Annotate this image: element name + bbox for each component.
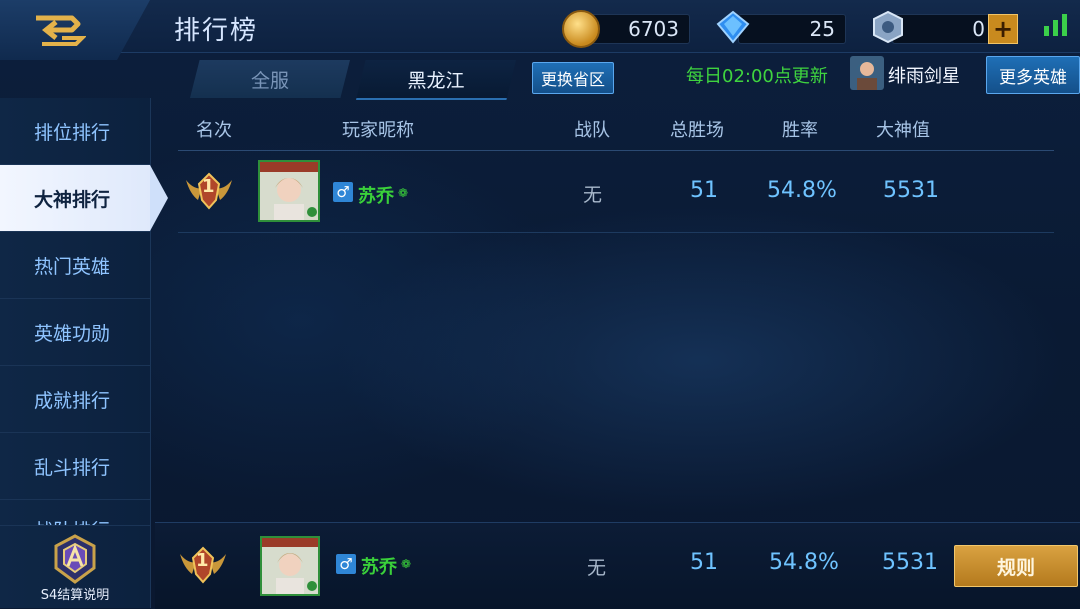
sidebar-item-brawl[interactable]: 乱斗排行 (0, 433, 150, 500)
column-master-score: 大神值 (876, 120, 930, 141)
tab-heilongjiang[interactable]: 黑龙江 (356, 60, 516, 100)
rank-number: 1 (202, 176, 215, 197)
score-value: 5531 (883, 178, 939, 203)
signal-strength-icon (1044, 12, 1067, 36)
self-male-gender-icon: ♂ (336, 554, 356, 574)
self-team-value: 无 (587, 557, 607, 579)
ticket-icon (872, 10, 906, 44)
season-label: S4结算说明 (40, 588, 110, 603)
sidebar-item-achievement[interactable]: 成就排行 (0, 366, 150, 433)
sidebar-item-master[interactable]: 大神排行 (0, 165, 168, 232)
gold-coin-icon (562, 10, 600, 48)
gold-value: 6703 (628, 17, 679, 41)
column-team: 战队 (574, 120, 610, 141)
row-divider (178, 232, 1054, 233)
ticket-value: 0 (972, 17, 985, 41)
hero-avatar[interactable] (850, 56, 884, 90)
self-avatar[interactable] (260, 536, 320, 596)
diamond-counter: 25 (738, 14, 846, 44)
column-total-wins: 总胜场 (670, 120, 724, 141)
sidebar-item-hot-heroes[interactable]: 热门英雄 (0, 232, 150, 299)
player-avatar[interactable] (258, 160, 320, 222)
self-win-rate-value: 54.8% (769, 550, 839, 575)
more-heroes-button[interactable]: 更多英雄 (986, 56, 1080, 94)
hero-name: 绯雨剑星 (888, 66, 960, 87)
change-region-button[interactable]: 更换省区 (532, 62, 614, 94)
sidebar-item-ranked[interactable]: 排位排行 (0, 98, 150, 165)
column-nickname: 玩家昵称 (342, 120, 414, 141)
diamond-icon (716, 10, 750, 44)
update-notice: 每日02:00点更新 (686, 66, 828, 87)
player-name: 苏乔 (358, 186, 394, 207)
win-rate-value: 54.8% (767, 178, 837, 203)
diamond-value: 25 (809, 17, 835, 41)
season-info-button[interactable]: S4结算说明 (0, 532, 150, 608)
tab-nationwide[interactable]: 全服 (190, 60, 350, 98)
self-score-value: 5531 (882, 550, 938, 575)
sidebar-item-hero-merit[interactable]: 英雄功勋 (0, 299, 150, 366)
self-flower-icon: ❁ (401, 557, 412, 571)
self-wins-value: 51 (690, 550, 718, 575)
rules-button[interactable]: 规则 (954, 545, 1078, 587)
season-emblem-icon (54, 534, 96, 584)
self-rank-number: 1 (196, 550, 209, 571)
back-arrow-icon (36, 15, 86, 46)
self-player-name: 苏乔 (361, 557, 397, 578)
ticket-counter: 0 (892, 14, 992, 44)
page-title: 排行榜 (174, 16, 259, 46)
add-ticket-button[interactable]: + (988, 14, 1018, 44)
team-value: 无 (583, 184, 603, 206)
male-gender-icon: ♂ (333, 182, 353, 202)
sidebar-item-team[interactable]: 战队排行 (0, 500, 150, 526)
flower-icon: ❁ (398, 186, 409, 200)
column-win-rate: 胜率 (782, 120, 818, 141)
column-rank: 名次 (196, 120, 232, 141)
header-divider (178, 150, 1054, 151)
wins-value: 51 (690, 178, 718, 203)
